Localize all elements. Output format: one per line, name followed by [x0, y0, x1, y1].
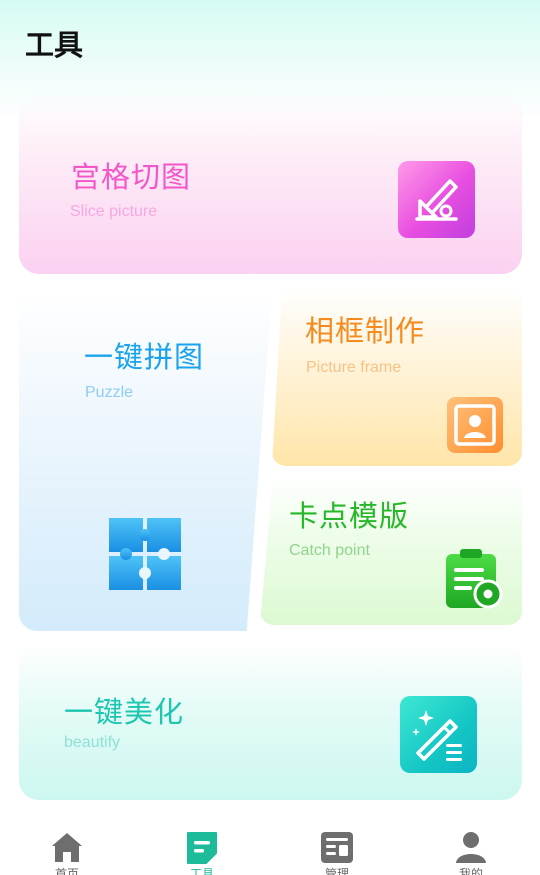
slice-picture-subtitle: Slice picture: [70, 203, 158, 220]
tab-home[interactable]: 首页: [47, 829, 87, 875]
picture-frame-subtitle: Picture frame: [306, 359, 402, 376]
beautify-subtitle: beautify: [64, 734, 121, 751]
tab-mine-label: 我的: [458, 867, 483, 875]
manage-panel-icon: [321, 832, 353, 863]
beautify-card[interactable]: 一键美化 beautify: [19, 643, 522, 800]
picture-frame-title: 相框制作: [305, 314, 426, 348]
catch-point-subtitle: Catch point: [289, 542, 370, 559]
beautify-title: 一键美化: [64, 695, 185, 729]
tab-manage[interactable]: 管理: [317, 829, 357, 875]
puzzle-card[interactable]: 一键拼图 Puzzle: [19, 290, 272, 631]
catch-point-title: 卡点模版: [289, 499, 410, 533]
page-title: 工具: [25, 28, 84, 62]
portrait-frame-icon: [447, 397, 503, 453]
tab-tools[interactable]: 工具: [182, 829, 222, 875]
slice-picture-title: 宫格切图: [71, 160, 192, 194]
picture-frame-card[interactable]: 相框制作 Picture frame: [272, 288, 522, 466]
tab-tools-label: 工具: [189, 867, 214, 875]
home-icon: [52, 833, 82, 862]
puzzle-icon: [109, 518, 181, 590]
catch-point-card[interactable]: 卡点模版 Catch point: [260, 475, 522, 625]
tab-home-label: 首页: [54, 867, 79, 875]
bottom-tab-bar: 首页 工具 管理 我的: [0, 815, 540, 875]
magic-wand-icon: [400, 696, 477, 773]
tab-mine[interactable]: 我的: [451, 829, 491, 875]
puzzle-title: 一键拼图: [84, 340, 205, 374]
puzzle-subtitle: Puzzle: [85, 384, 134, 401]
pencil-ruler-icon: [398, 161, 475, 238]
tools-doc-icon: [187, 832, 217, 864]
user-icon: [456, 832, 486, 863]
slice-picture-card[interactable]: 宫格切图 Slice picture: [19, 92, 522, 274]
clipboard-gear-icon: [444, 548, 504, 610]
tab-manage-label: 管理: [324, 867, 349, 875]
